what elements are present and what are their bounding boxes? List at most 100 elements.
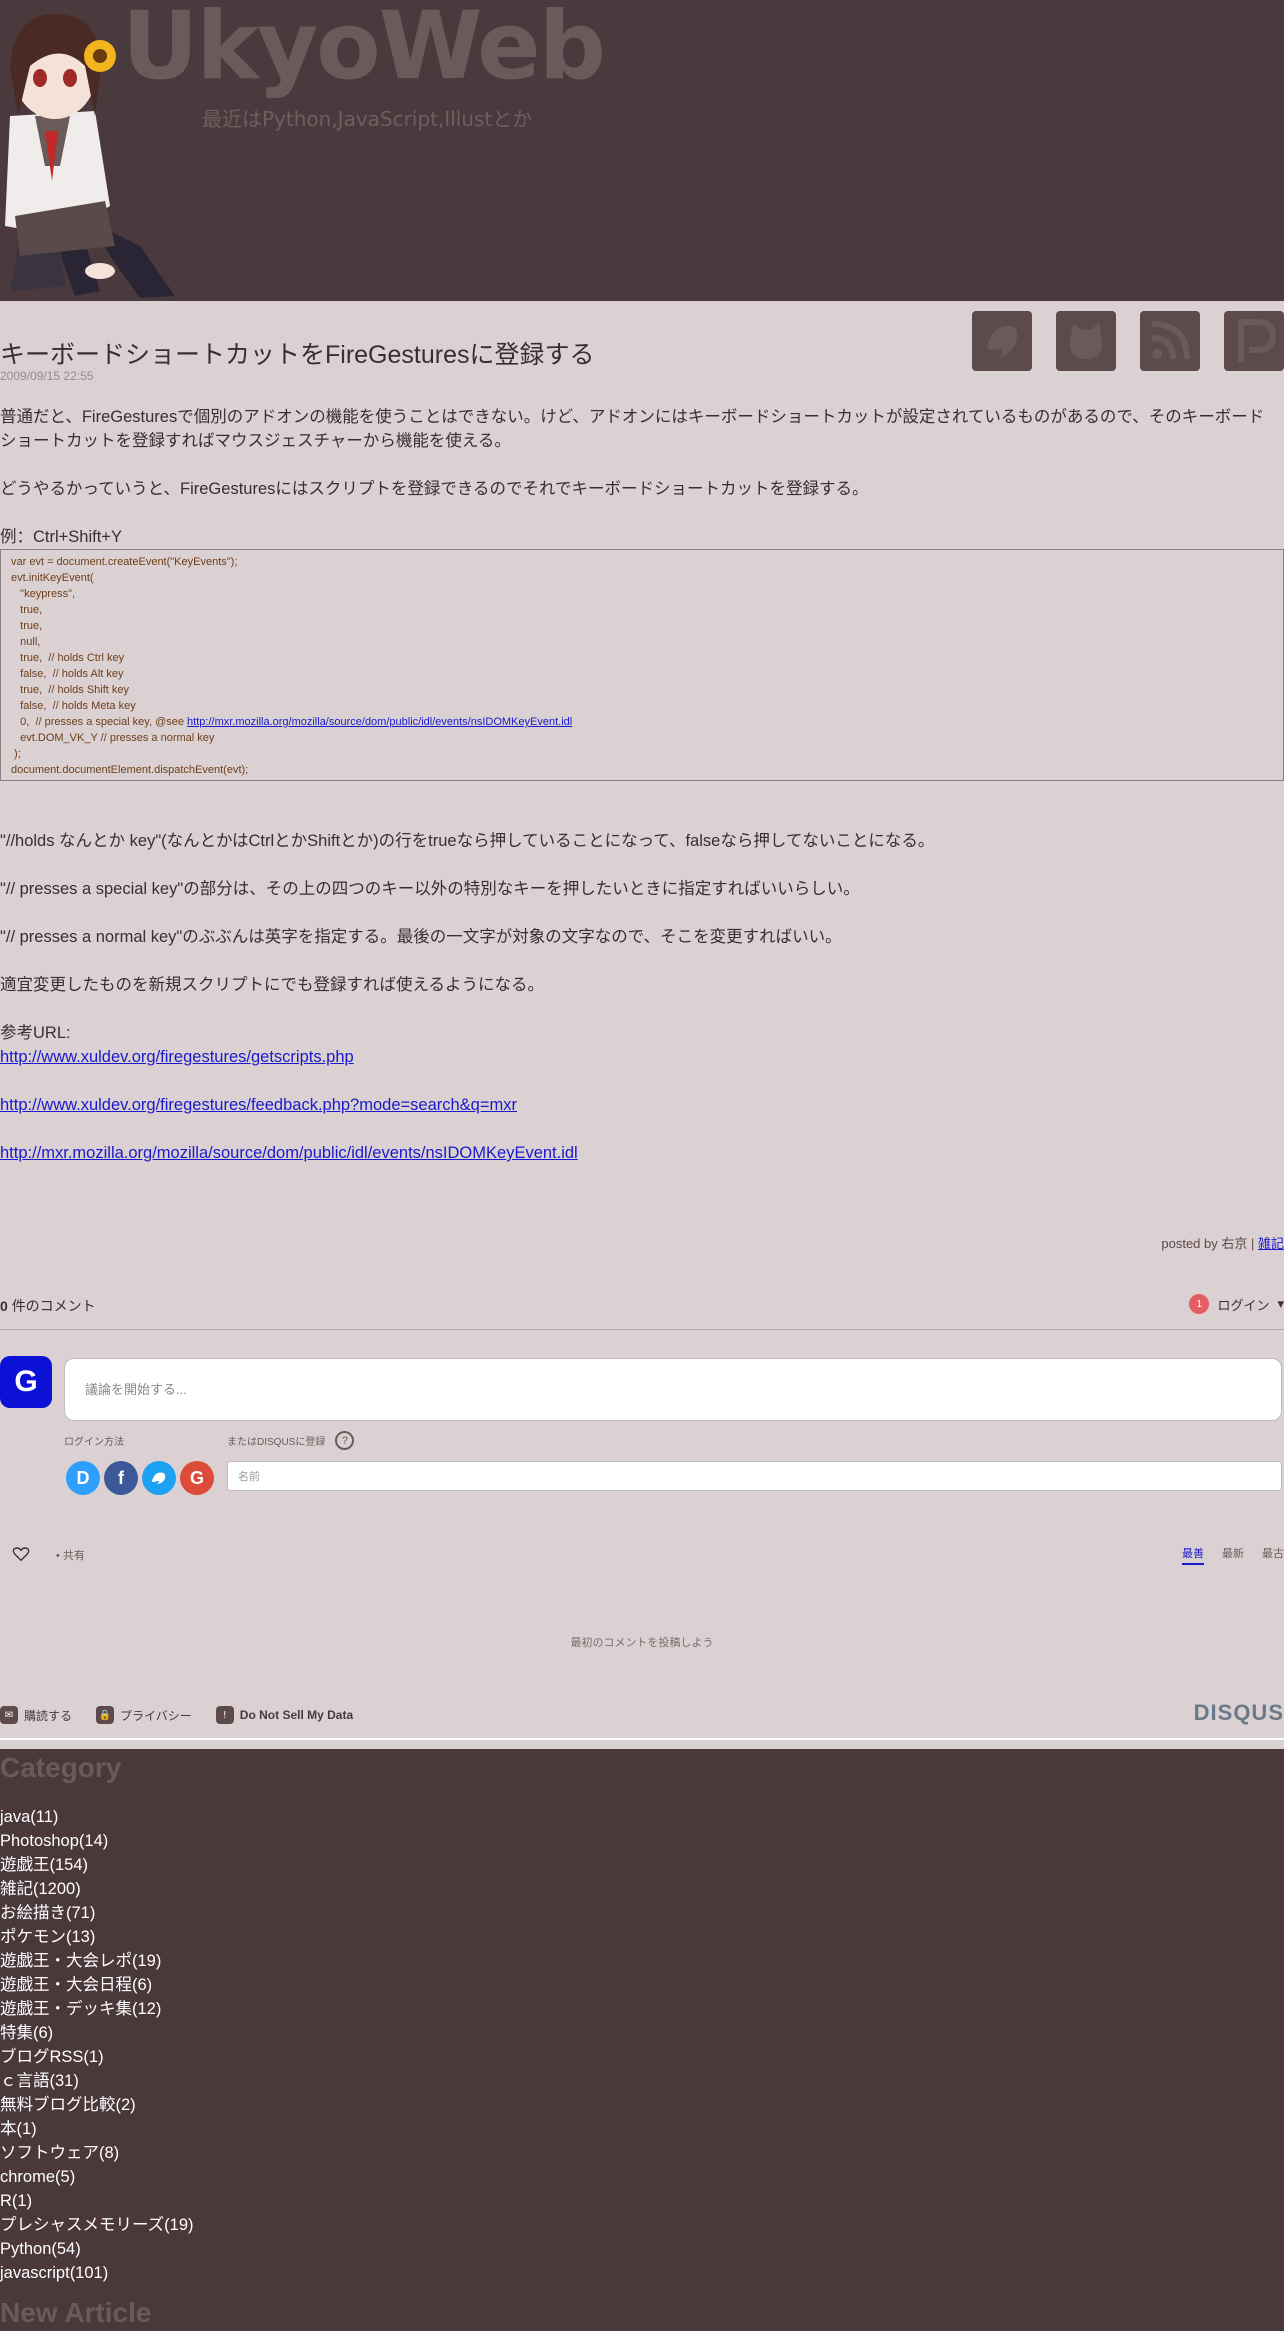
code-line: document.documentElement.dispatchEvent(e… [11,764,249,776]
code-line: true, // holds Shift key [11,684,129,696]
comment-count-label: 件のコメント [11,1298,96,1314]
category-link[interactable]: 特集(6) [0,2021,194,2045]
reference-link-2[interactable]: http://www.xuldev.org/firegestures/feedb… [0,1096,517,1114]
posted-by: posted by 右京 | [1161,1236,1255,1251]
privacy-link[interactable]: 🔒 プライバシー [96,1706,192,1724]
category-link[interactable]: 遊戯王・大会日程(6) [0,1973,194,1997]
alert-icon: ! [215,1706,234,1724]
reference-link-1[interactable]: http://www.xuldev.org/firegestures/getsc… [0,1048,354,1066]
category-link[interactable]: 遊戯王・大会レポ(19) [0,1949,194,1973]
post-paragraph-2: どうやるかっていうと、FireGesturesにはスクリプトを登録できるのでそれ… [0,480,869,498]
disqus-logo[interactable]: DISQUS [1194,1700,1284,1726]
example-label: 例：Ctrl+Shift+Y [0,528,122,546]
category-list: java(11) Photoshop(14) 遊戯王(154) 雑記(1200)… [0,1805,194,2285]
category-link[interactable]: プレシャスメモリーズ(19) [0,2213,194,2237]
guest-avatar: G [0,1356,52,1408]
article-area: キーボードショートカットをFireGesturesに登録する 2009/09/1… [0,301,1284,1749]
heart-icon[interactable] [12,1545,30,1563]
rss-icon[interactable] [1140,311,1200,371]
post-title[interactable]: キーボードショートカットをFireGesturesに登録する [0,335,594,371]
post-paragraph-4: "// presses a special key"の部分は、その上の四つのキー… [0,880,860,898]
category-link[interactable]: Photoshop(14) [0,1829,194,1853]
do-not-sell-link[interactable]: ! Do Not Sell My Data [215,1706,354,1724]
divider [0,1738,1284,1740]
github-cat-icon[interactable] [1056,311,1116,371]
login-menu[interactable]: 1 ログイン ▾ [1189,1294,1284,1314]
code-line: false, // holds Meta key [11,700,136,712]
chevron-down-icon[interactable]: ▾ [1277,1296,1284,1312]
help-icon[interactable]: ? [335,1431,355,1450]
site-subtitle: 最近はPython,JavaScript,Illustとか [202,107,533,131]
code-line: true, [11,620,43,632]
category-link[interactable]: ｃ言語(31) [0,2069,194,2093]
twitter-bird-icon[interactable] [972,311,1032,371]
code-line-with-link: 0, // presses a special key, @see http:/… [11,714,1273,730]
code-line: false, // holds Alt key [11,668,124,680]
name-field[interactable]: 名前 [227,1461,1282,1491]
notification-badge[interactable]: 1 [1189,1294,1210,1314]
login-label[interactable]: ログイン [1217,1295,1269,1314]
category-link[interactable]: お絵描き(71) [0,1901,194,1925]
post-paragraph-6: 適宜変更したものを新規スクリプトにでも登録すれば使えるようになる。 [0,976,545,994]
category-link[interactable]: 雑記(1200) [0,1877,194,1901]
disqus-signup-text: またはDISQUSに登録 [227,1437,326,1448]
code-block: var evt = document.createEvent("KeyEvent… [0,549,1284,781]
category-link[interactable]: 遊戯王・デッキ集(12) [0,1997,194,2021]
social-links [972,311,1284,371]
code-line: var evt = document.createEvent("KeyEvent… [11,556,238,568]
subscribe-link[interactable]: ✉ 購読する [0,1706,72,1724]
comment-count-number: 0 [0,1298,8,1314]
new-article-section: New Article [0,2297,151,2329]
category-heading: Category [0,1752,122,1783]
subscribe-label: 購読する [24,1708,73,1723]
post-paragraph-5: "// presses a normal key"のぶぶんは英字を指定する。最後… [0,928,842,946]
category-link[interactable]: R(1) [0,2189,194,2213]
category-section: Category [0,1752,1284,1784]
login-providers: D f G [66,1461,214,1495]
category-link[interactable]: 本(1) [0,2117,194,2141]
empty-comments-message: 最初のコメントを投稿しよう [570,1637,714,1649]
reference-link-3[interactable]: http://mxr.mozilla.org/mozilla/source/do… [0,1144,578,1162]
sort-tab-best[interactable]: 最善 [1182,1545,1204,1565]
site-title[interactable]: UkyoWeb [122,0,606,101]
category-link[interactable]: javascript(101) [0,2261,194,2285]
code-line: "keypress", [11,588,76,600]
facebook-login-icon[interactable]: f [104,1461,138,1495]
code-line: ); [11,748,21,760]
share-button[interactable]: • 共有 [56,1547,85,1563]
post-date: 2009/09/15 22:55 [0,369,94,383]
comment-count: 0 件のコメント [0,1296,96,1316]
login-with-label: ログイン方法 [64,1437,124,1448]
post-paragraph-1: 普通だと、FireGesturesで個別のアドオンの機能を使うことはできない。け… [0,408,1265,450]
site-header: UkyoWeb 最近はPython,JavaScript,Illustとか [0,0,1284,301]
comment-toolbar: • 共有 最善 最新 最古 [0,1541,1284,1571]
category-link[interactable]: ポケモン(13) [0,1925,194,1949]
category-link[interactable]: java(11) [0,1805,194,1829]
twitter-login-icon[interactable] [142,1461,176,1495]
category-link[interactable]: Python(54) [0,2237,194,2261]
comment-input[interactable]: 議論を開始する... [64,1358,1282,1421]
code-line: evt.DOM_VK_Y // presses a normal key [11,732,215,744]
disqus-footer: ✉ 購読する 🔒 プライバシー ! Do Not Sell My Data [0,1695,1284,1735]
code-ref-link[interactable]: http://mxr.mozilla.org/mozilla/source/do… [187,716,572,728]
category-link[interactable]: ブログRSS(1) [0,2045,194,2069]
code-line: true, [11,604,43,616]
disqus-signup-label: またはDISQUSに登録 ? [227,1431,355,1450]
disqus-login-icon[interactable]: D [66,1461,100,1495]
category-link[interactable]: chrome(5) [0,2165,194,2189]
sort-tab-oldest[interactable]: 最古 [1262,1545,1284,1565]
google-login-icon[interactable]: G [180,1461,214,1495]
category-link[interactable]: ソフトウェア(8) [0,2141,194,2165]
code-line: true, // holds Ctrl key [11,652,125,664]
code-line: 0, // presses a special key, @see [11,716,188,728]
pixiv-icon[interactable] [1224,311,1284,371]
code-line: null, [11,636,41,648]
category-link[interactable]: 遊戯王(154) [0,1853,194,1877]
category-link[interactable]: 無料ブログ比較(2) [0,2093,194,2117]
privacy-label: プライバシー [120,1708,192,1723]
do-not-sell-label: Do Not Sell My Data [239,1708,354,1722]
code-line: evt.initKeyEvent( [11,572,94,584]
post-meta: posted by 右京 | 雑記 [1161,1233,1284,1252]
sort-tab-newest[interactable]: 最新 [1222,1545,1244,1565]
post-category-link[interactable]: 雑記 [1258,1236,1284,1251]
